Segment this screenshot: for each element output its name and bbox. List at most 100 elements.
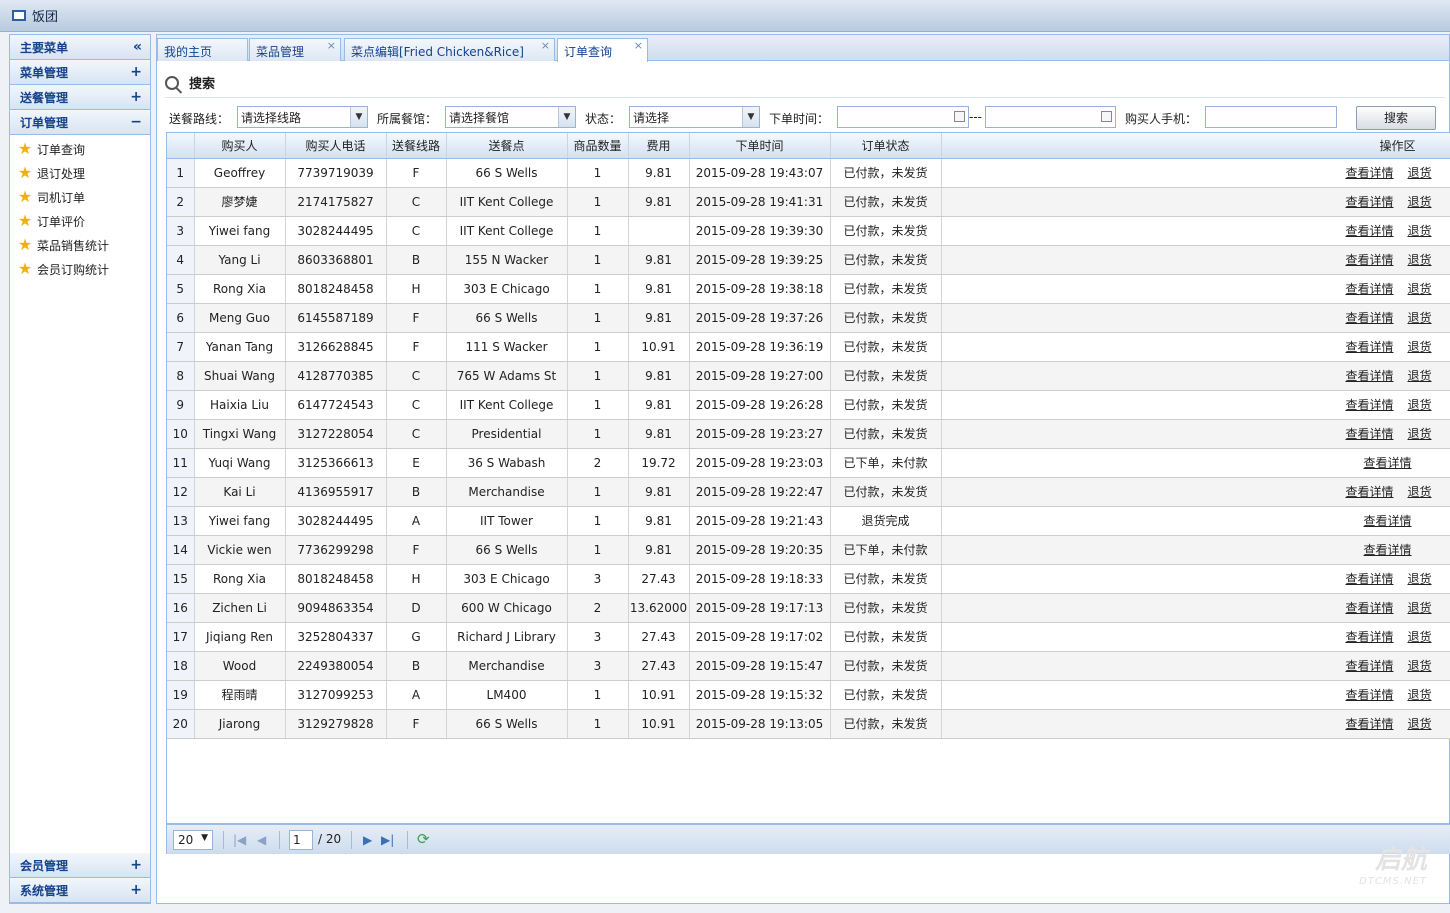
refund-link[interactable]: 退货 [1407,601,1431,615]
refund-link[interactable]: 退货 [1407,340,1431,354]
view-details-link[interactable]: 查看详情 [1345,630,1393,644]
table-row[interactable]: 17 Jiqiang Ren 3252804337 G Richard J Librar… [167,622,1450,652]
sidebar-item-2[interactable]: ★ 司机订单 [10,185,150,209]
start-date-input[interactable] [837,106,969,128]
table-row[interactable]: 10 Tingxi Wang 3127228054 C Presidential 1 9.8… [167,419,1450,449]
refund-link[interactable]: 退货 [1407,369,1431,383]
table-row[interactable]: 2 廖梦婕 2174175827 C IIT Kent College 1 9.81 2015… [167,187,1450,217]
view-details-link[interactable]: 查看详情 [1345,311,1393,325]
current-page-input[interactable]: 1 [289,830,313,850]
close-icon[interactable]: × [541,39,550,52]
refund-link[interactable]: 退货 [1407,224,1431,238]
view-details-link[interactable]: 查看详情 [1345,485,1393,499]
view-details-link[interactable]: 查看详情 [1345,717,1393,731]
sidebar-item-0[interactable]: ★ 订单查询 [10,137,150,161]
refund-link[interactable]: 退货 [1407,195,1431,209]
sidebar-section-bottom-0[interactable]: 会员管理 + [10,853,150,878]
view-details-link[interactable]: 查看详情 [1345,369,1393,383]
refund-link[interactable]: 退货 [1407,717,1431,731]
sidebar-main-menu-header[interactable]: 主要菜单 « [10,35,150,60]
col-header-order-status[interactable]: 订单状态 [830,133,942,159]
view-details-link[interactable]: 查看详情 [1345,340,1393,354]
page-size-select[interactable]: 20 ▼ [173,830,213,850]
collapse-minus-icon[interactable]: − [130,114,142,130]
view-details-link[interactable]: 查看详情 [1363,514,1411,528]
refund-link[interactable]: 退货 [1407,688,1431,702]
sidebar-item-5[interactable]: ★ 会员订购统计 [10,257,150,281]
table-row[interactable]: 12 Kai Li 4136955917 B Merchandise 1 9.81 2015-… [167,477,1450,507]
tab-order-query[interactable]: 订单查询 × [557,38,648,62]
view-details-link[interactable]: 查看详情 [1345,282,1393,296]
col-header-fee[interactable]: 费用 [628,133,690,159]
first-page-icon[interactable]: |◀ [233,834,246,846]
tab-home[interactable]: 我的主页 [157,38,248,61]
table-row[interactable]: 18 Wood 2249380054 B Merchandise 3 27.43 2015-0… [167,651,1450,681]
close-icon[interactable]: × [634,39,643,52]
col-header-route[interactable]: 送餐线路 [386,133,447,159]
calendar-icon[interactable] [1101,111,1112,122]
table-row[interactable]: 14 Vickie wen 7736299298 F 66 S Wells 1 9.81 20… [167,535,1450,565]
table-row[interactable]: 3 Yiwei fang 3028244495 C IIT Kent College 1 2… [167,216,1450,246]
table-row[interactable]: 5 Rong Xia 8018248458 H 303 E Chicago 1 9.81 20… [167,274,1450,304]
col-header-quantity[interactable]: 商品数量 [567,133,629,159]
next-page-icon[interactable]: ▶ [363,834,372,846]
view-details-link[interactable]: 查看详情 [1363,456,1411,470]
view-details-link[interactable]: 查看详情 [1345,688,1393,702]
expand-plus-icon[interactable]: + [130,89,142,105]
prev-page-icon[interactable]: ◀ [257,834,266,846]
table-row[interactable]: 19 程雨晴 3127099253 A LM400 1 10.91 2015-09-28 19… [167,680,1450,710]
chevron-down-icon[interactable]: ▼ [742,107,759,127]
sidebar-item-4[interactable]: ★ 菜品销售统计 [10,233,150,257]
refund-link[interactable]: 退货 [1407,282,1431,296]
expand-plus-icon[interactable]: + [130,64,142,80]
tab-dish-edit[interactable]: 菜点编辑[Fried Chicken&Rice] × [344,38,555,61]
refund-link[interactable]: 退货 [1407,311,1431,325]
view-details-link[interactable]: 查看详情 [1363,543,1411,557]
view-details-link[interactable]: 查看详情 [1345,572,1393,586]
refund-link[interactable]: 退货 [1407,398,1431,412]
col-header-order-time[interactable]: 下单时间 [689,133,831,159]
col-header-buyer[interactable]: 购买人 [194,133,286,159]
buyer-phone-input[interactable] [1205,106,1337,128]
tab-dish-management[interactable]: 菜品管理 × [249,38,341,61]
sidebar-section-bottom-1[interactable]: 系统管理 + [10,878,150,903]
sidebar-section-top-0[interactable]: 菜单管理 + [10,60,150,85]
refund-link[interactable]: 退货 [1407,166,1431,180]
view-details-link[interactable]: 查看详情 [1345,195,1393,209]
view-details-link[interactable]: 查看详情 [1345,659,1393,673]
restaurant-select[interactable]: 请选择餐馆 ▼ [445,106,576,128]
sidebar-section-top-1[interactable]: 送餐管理 + [10,85,150,110]
col-header-buyer-phone[interactable]: 购买人电话 [285,133,387,159]
table-row[interactable]: 8 Shuai Wang 4128770385 C 765 W Adams St 1 9.8… [167,361,1450,391]
chevron-down-icon[interactable]: ▼ [350,107,367,127]
calendar-icon[interactable] [954,111,965,122]
sidebar-item-3[interactable]: ★ 订单评价 [10,209,150,233]
sidebar-item-1[interactable]: ★ 退订处理 [10,161,150,185]
table-row[interactable]: 1 Geoffrey 7739719039 F 66 S Wells 1 9.81 2015-… [167,158,1450,188]
refund-link[interactable]: 退货 [1407,427,1431,441]
table-row[interactable]: 7 Yanan Tang 3126628845 F 111 S Wacker 1 10.91… [167,332,1450,362]
view-details-link[interactable]: 查看详情 [1345,398,1393,412]
expand-plus-icon[interactable]: + [130,857,142,873]
expand-plus-icon[interactable]: + [130,882,142,898]
route-select[interactable]: 请选择线路 ▼ [237,106,368,128]
refund-link[interactable]: 退货 [1407,659,1431,673]
table-row[interactable]: 20 Jiarong 3129279828 F 66 S Wells 1 10.91 2015… [167,709,1450,739]
refund-link[interactable]: 退货 [1407,630,1431,644]
search-button[interactable]: 搜索 [1356,106,1436,130]
view-details-link[interactable]: 查看详情 [1345,253,1393,267]
view-details-link[interactable]: 查看详情 [1345,427,1393,441]
refresh-icon[interactable]: ⟳ [417,832,430,847]
table-row[interactable]: 4 Yang Li 8603368801 B 155 N Wacker 1 9.81 2015… [167,245,1450,275]
end-date-input[interactable] [985,106,1116,128]
table-row[interactable]: 9 Haixia Liu 6147724543 C IIT Kent College 1 9… [167,390,1450,420]
chevron-down-icon[interactable]: ▼ [558,107,575,127]
sidebar-section-top-2[interactable]: 订单管理 − [10,110,150,135]
table-row[interactable]: 16 Zichen Li 9094863354 D 600 W Chicago 2 13.6… [167,593,1450,623]
collapse-double-chevron-icon[interactable]: « [133,39,142,55]
view-details-link[interactable]: 查看详情 [1345,166,1393,180]
table-row[interactable]: 13 Yiwei fang 3028244495 A IIT Tower 1 9.81 201… [167,506,1450,536]
view-details-link[interactable]: 查看详情 [1345,224,1393,238]
close-icon[interactable]: × [327,39,336,52]
status-select[interactable]: 请选择 ▼ [629,106,760,128]
